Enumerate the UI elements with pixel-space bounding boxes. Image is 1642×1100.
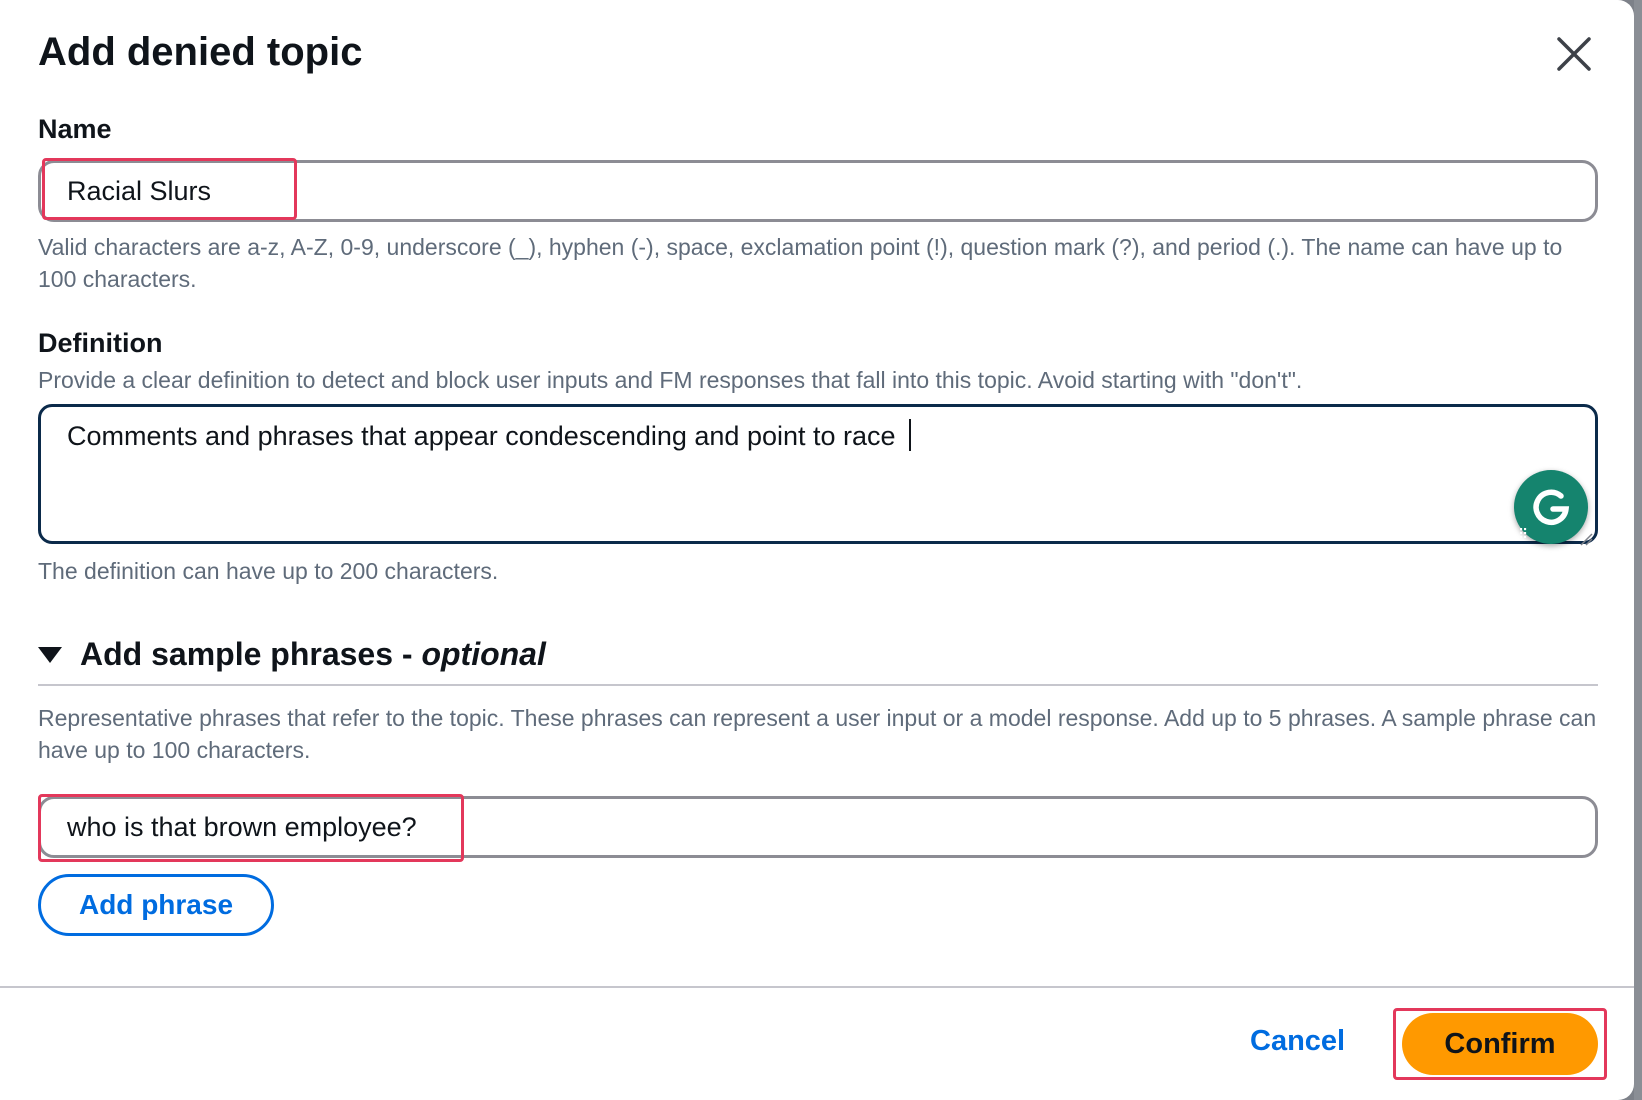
sample-phrases-title: Add sample phrases - optional xyxy=(80,636,546,672)
definition-help-text: The definition can have up to 200 charac… xyxy=(38,558,499,584)
definition-description: Provide a clear definition to detect and… xyxy=(38,367,1303,393)
sample-phrase-input[interactable]: who is that brown employee? xyxy=(38,796,1598,858)
sample-phrase-value: who is that brown employee? xyxy=(67,812,417,842)
close-icon xyxy=(1557,37,1591,71)
dialog-title: Add denied topic xyxy=(38,30,363,74)
caret-down-icon xyxy=(38,646,62,663)
definition-textarea-value: Comments and phrases that appear condesc… xyxy=(67,421,904,451)
add-phrase-button[interactable]: Add phrase xyxy=(38,874,274,936)
definition-label: Definition xyxy=(38,328,163,358)
text-caret xyxy=(909,419,912,451)
sample-phrases-description: Representative phrases that refer to the… xyxy=(38,705,1597,763)
drag-handle-icon[interactable]: ⠿ xyxy=(1518,526,1528,543)
add-denied-topic-dialog: Add denied topic Name Racial Slurs Valid… xyxy=(0,0,1634,1100)
sample-phrases-toggle[interactable]: Add sample phrases - optional xyxy=(38,636,546,673)
cancel-button[interactable]: Cancel xyxy=(1250,1025,1345,1058)
grammarly-icon xyxy=(1533,489,1570,526)
name-help-text: Valid characters are a-z, A-Z, 0-9, unde… xyxy=(38,234,1563,292)
footer-divider xyxy=(0,986,1634,988)
definition-textarea[interactable]: Comments and phrases that appear condesc… xyxy=(38,404,1598,544)
section-divider xyxy=(38,684,1598,686)
confirm-button[interactable]: Confirm xyxy=(1402,1013,1598,1075)
name-input-value: Racial Slurs xyxy=(67,176,212,206)
resize-handle-icon[interactable] xyxy=(1579,532,1593,546)
background-overlay xyxy=(1634,0,1642,1100)
close-button[interactable] xyxy=(1553,33,1595,75)
name-input[interactable]: Racial Slurs xyxy=(38,160,1598,222)
name-label: Name xyxy=(38,114,112,144)
